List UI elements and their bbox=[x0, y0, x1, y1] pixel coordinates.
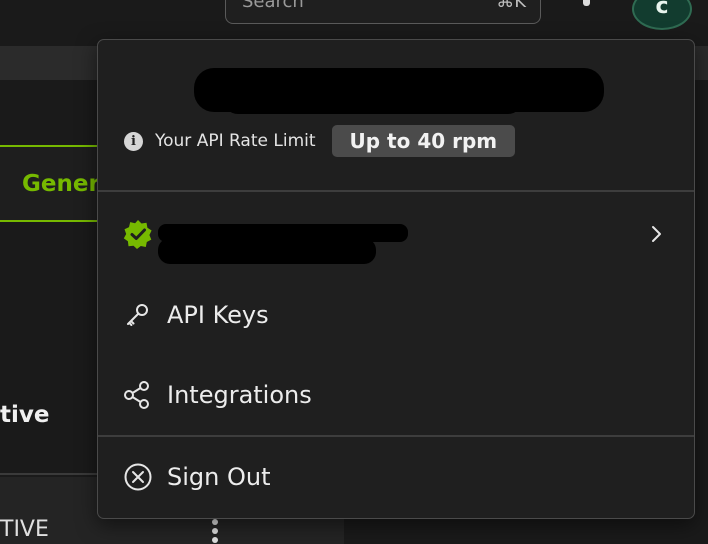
status-text: tive bbox=[0, 402, 50, 428]
search-input[interactable]: Search ⌘K bbox=[225, 0, 541, 24]
tab-general-label: Gener bbox=[22, 171, 100, 197]
tab-general[interactable]: Gener bbox=[0, 145, 110, 222]
kebab-menu-icon[interactable] bbox=[210, 519, 220, 544]
account-menu: i Your API Rate Limit Up to 40 rpm API K… bbox=[97, 39, 695, 519]
avatar[interactable]: c bbox=[632, 0, 692, 30]
api-keys-label: API Keys bbox=[167, 301, 269, 329]
key-icon bbox=[123, 300, 153, 330]
verified-badge-icon bbox=[123, 219, 153, 249]
share-nodes-icon bbox=[123, 380, 153, 410]
integrations-menu-item[interactable]: Integrations bbox=[98, 365, 694, 425]
rate-limit-row: i Your API Rate Limit Up to 40 rpm bbox=[124, 123, 516, 159]
close-circle-icon bbox=[123, 462, 153, 492]
table-cell: TIVE bbox=[0, 517, 49, 542]
sign-out-menu-item[interactable]: Sign Out bbox=[98, 447, 694, 507]
search-placeholder: Search bbox=[242, 0, 304, 12]
chevron-right-icon bbox=[652, 226, 661, 242]
menu-divider bbox=[98, 435, 694, 437]
help-icon[interactable] bbox=[583, 0, 590, 6]
search-shortcut: ⌘K bbox=[496, 0, 526, 12]
app-window: Search ⌘K c Gener tive TIVE i Your API R… bbox=[0, 0, 708, 544]
info-icon: i bbox=[124, 131, 143, 151]
organization-selector[interactable] bbox=[98, 204, 694, 264]
menu-divider bbox=[98, 190, 694, 192]
api-keys-menu-item[interactable]: API Keys bbox=[98, 285, 694, 345]
rate-limit-badge: Up to 40 rpm bbox=[331, 125, 516, 157]
rate-limit-label: Your API Rate Limit bbox=[155, 131, 316, 151]
integrations-label: Integrations bbox=[167, 381, 312, 409]
sign-out-label: Sign Out bbox=[167, 463, 271, 491]
avatar-initial: c bbox=[655, 0, 669, 19]
